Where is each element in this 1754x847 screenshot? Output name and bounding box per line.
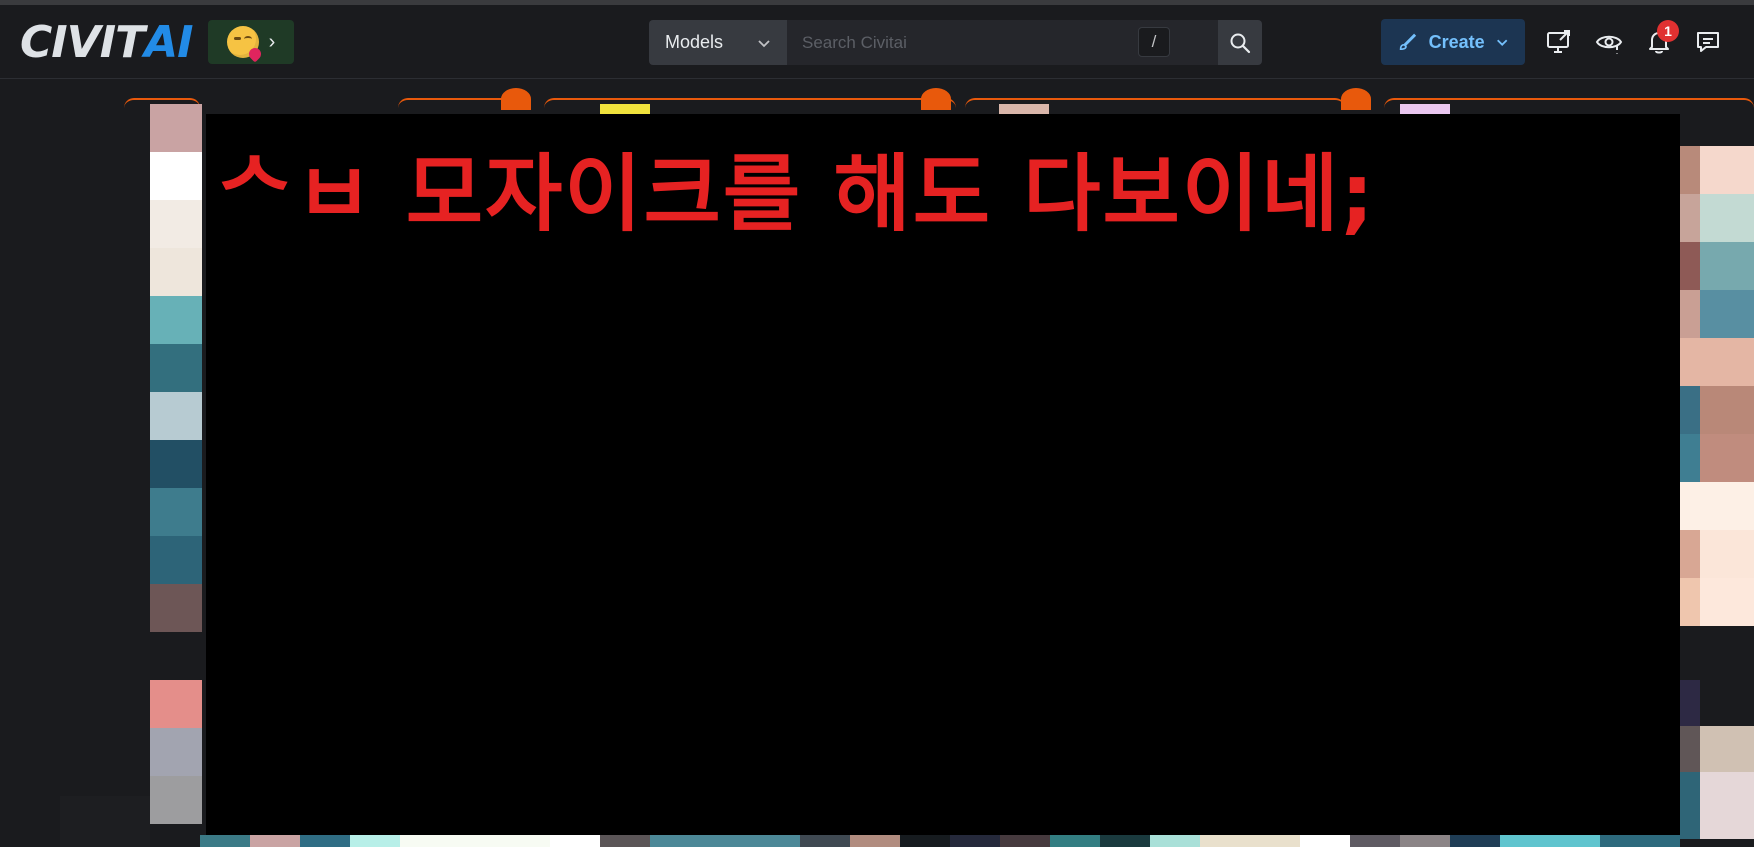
thumbnail-fragment [999, 104, 1049, 114]
model-thumbnail-strip-bottom[interactable] [200, 835, 1680, 847]
thumbnail-fragment [600, 104, 650, 114]
search-button[interactable] [1218, 20, 1262, 65]
black-censor-overlay: ᄉㅂ 모자이크를 해도 다보이네; [206, 114, 1680, 835]
search-icon [1230, 33, 1251, 53]
user-emoji-menu-button[interactable]: › [208, 20, 294, 64]
model-thumbnail-left[interactable] [150, 104, 202, 839]
logo-text-civit: CIVIT [20, 17, 145, 68]
top-header: CIVITAI › Models / Create 1 [0, 5, 1754, 79]
thumbnail-fragment [1400, 104, 1450, 114]
logo-text-ai: AI [144, 17, 193, 68]
search-bar: Models / [649, 20, 1262, 65]
civitai-logo[interactable]: CIVIT AI [20, 17, 194, 68]
eye-icon[interactable] [1594, 27, 1624, 57]
model-thumbnail-right[interactable] [1680, 146, 1754, 839]
create-button-label: Create [1428, 31, 1485, 52]
create-button[interactable]: Create [1381, 19, 1525, 65]
notification-badge: 1 [1657, 20, 1679, 42]
search-category-select[interactable]: Models [649, 20, 787, 65]
chevron-down-icon [1496, 39, 1507, 46]
search-category-value: Models [665, 32, 724, 52]
chat-icon[interactable] [1693, 27, 1723, 57]
pin-icon [1341, 88, 1371, 110]
pin-icon [501, 88, 531, 110]
chevron-right-icon: › [268, 30, 276, 53]
kissing-face-emoji-icon [226, 26, 264, 63]
overlay-caption: ᄉㅂ 모자이크를 해도 다보이네; [216, 145, 1376, 243]
creator-studio-icon[interactable] [1544, 27, 1574, 57]
search-shortcut-key: / [1138, 27, 1170, 57]
chevron-down-icon [758, 39, 770, 47]
pin-icon [921, 88, 951, 110]
brush-icon [1399, 33, 1417, 51]
thumbnail-fragment [60, 796, 150, 847]
